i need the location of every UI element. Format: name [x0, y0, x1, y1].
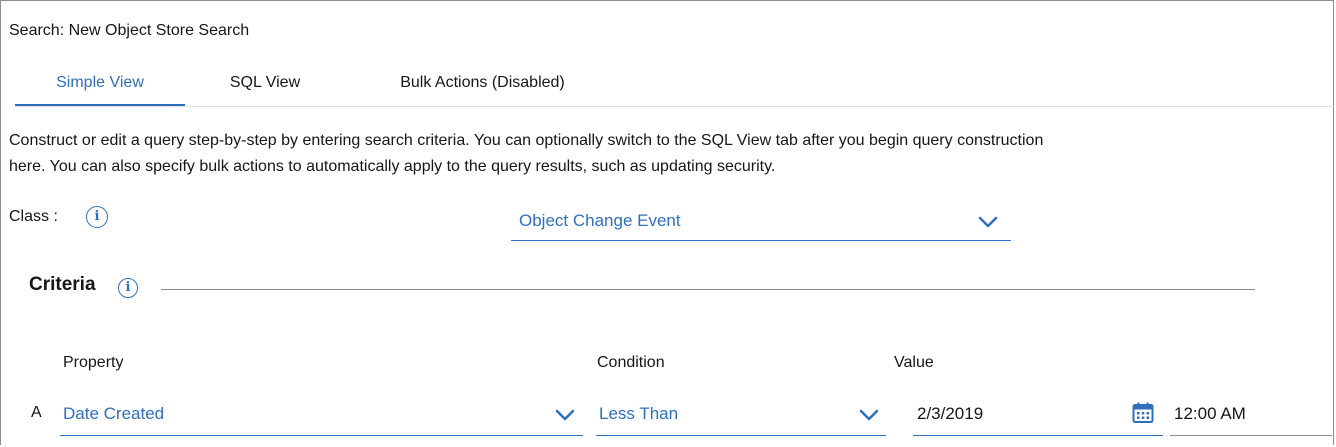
page-title: Search: New Object Store Search — [9, 22, 250, 39]
class-dropdown-value: Object Change Event — [519, 211, 681, 230]
instructions-line-1: Construct or edit a query step-by-step b… — [9, 132, 1044, 149]
date-value-field[interactable]: 2/3/2019 — [913, 394, 1163, 436]
criteria-heading: Criteria — [29, 274, 96, 295]
condition-dropdown-value: Less Than — [599, 404, 679, 423]
calendar-icon[interactable] — [1132, 402, 1154, 424]
tab-sql-view[interactable]: SQL View — [205, 64, 325, 106]
column-header-value: Value — [894, 354, 934, 371]
column-header-property: Property — [63, 354, 124, 371]
criteria-info-icon[interactable]: i — [118, 278, 138, 298]
class-label: Class : — [9, 208, 58, 225]
class-info-icon[interactable]: i — [86, 206, 108, 228]
criteria-divider — [161, 289, 1255, 290]
class-dropdown[interactable]: Object Change Event — [511, 201, 1011, 241]
time-value-field[interactable]: 12:00 AM — [1170, 394, 1332, 436]
tab-bulk-actions[interactable]: Bulk Actions (Disabled) — [360, 64, 605, 106]
chevron-down-icon — [555, 409, 575, 421]
condition-dropdown[interactable]: Less Than — [596, 394, 886, 436]
property-dropdown[interactable]: Date Created — [60, 394, 583, 436]
criteria-row-letter: A — [31, 404, 42, 421]
search-panel: Search: New Object Store Search Simple V… — [0, 0, 1335, 445]
tab-simple-view[interactable]: Simple View — [15, 64, 185, 106]
instructions-line-2: here. You can also specify bulk actions … — [9, 158, 776, 175]
chevron-down-icon — [978, 216, 998, 228]
column-header-condition: Condition — [597, 354, 665, 371]
date-value: 2/3/2019 — [917, 404, 984, 423]
time-value: 12:00 AM — [1174, 404, 1246, 423]
property-dropdown-value: Date Created — [63, 404, 165, 423]
tab-bar: Simple View SQL View Bulk Actions (Disab… — [15, 64, 1335, 107]
chevron-down-icon — [859, 409, 879, 421]
instructions-text: Construct or edit a query step-by-step b… — [9, 128, 1329, 180]
